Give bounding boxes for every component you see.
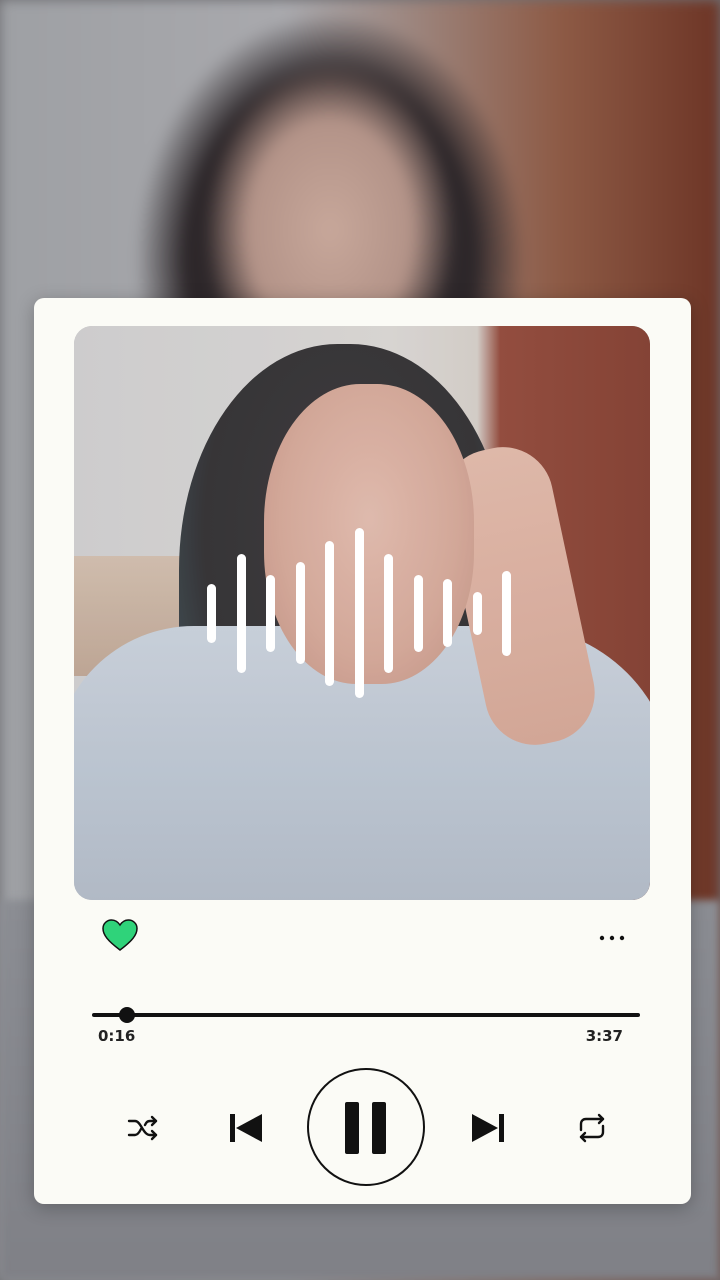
waveform-bar	[443, 579, 452, 647]
more-options-button[interactable]	[594, 920, 630, 956]
waveform-bar	[237, 554, 246, 673]
pause-icon	[345, 1102, 386, 1154]
elapsed-time: 0:16	[98, 1027, 136, 1045]
waveform-bar	[502, 571, 511, 656]
album-artwork	[74, 326, 650, 900]
skip-previous-icon	[230, 1114, 262, 1142]
like-button[interactable]	[100, 916, 140, 956]
skip-next-icon	[472, 1114, 504, 1142]
repeat-button[interactable]	[572, 1108, 612, 1148]
pause-button[interactable]	[307, 1068, 425, 1186]
repeat-icon	[579, 1113, 605, 1143]
waveform-bar	[266, 575, 275, 652]
waveform-bar	[355, 528, 364, 698]
shuffle-icon	[127, 1115, 158, 1141]
more-horizontal-icon	[599, 935, 625, 941]
progress-thumb[interactable]	[118, 1007, 135, 1023]
previous-button[interactable]	[224, 1106, 268, 1150]
player-card: 0:16 3:37	[34, 298, 691, 1204]
waveform-bar	[414, 575, 423, 652]
progress-bar[interactable]	[92, 1007, 640, 1023]
total-time: 3:37	[585, 1027, 623, 1045]
waveform-bar	[325, 541, 334, 686]
heart-icon	[102, 919, 138, 951]
next-button[interactable]	[466, 1106, 510, 1150]
shuffle-button[interactable]	[123, 1108, 163, 1148]
waveform-bar	[473, 592, 482, 635]
player-screen: 0:16 3:37	[0, 0, 720, 1280]
waveform-bar	[207, 584, 216, 643]
waveform-bar	[296, 562, 305, 664]
waveform-bar	[384, 554, 393, 673]
